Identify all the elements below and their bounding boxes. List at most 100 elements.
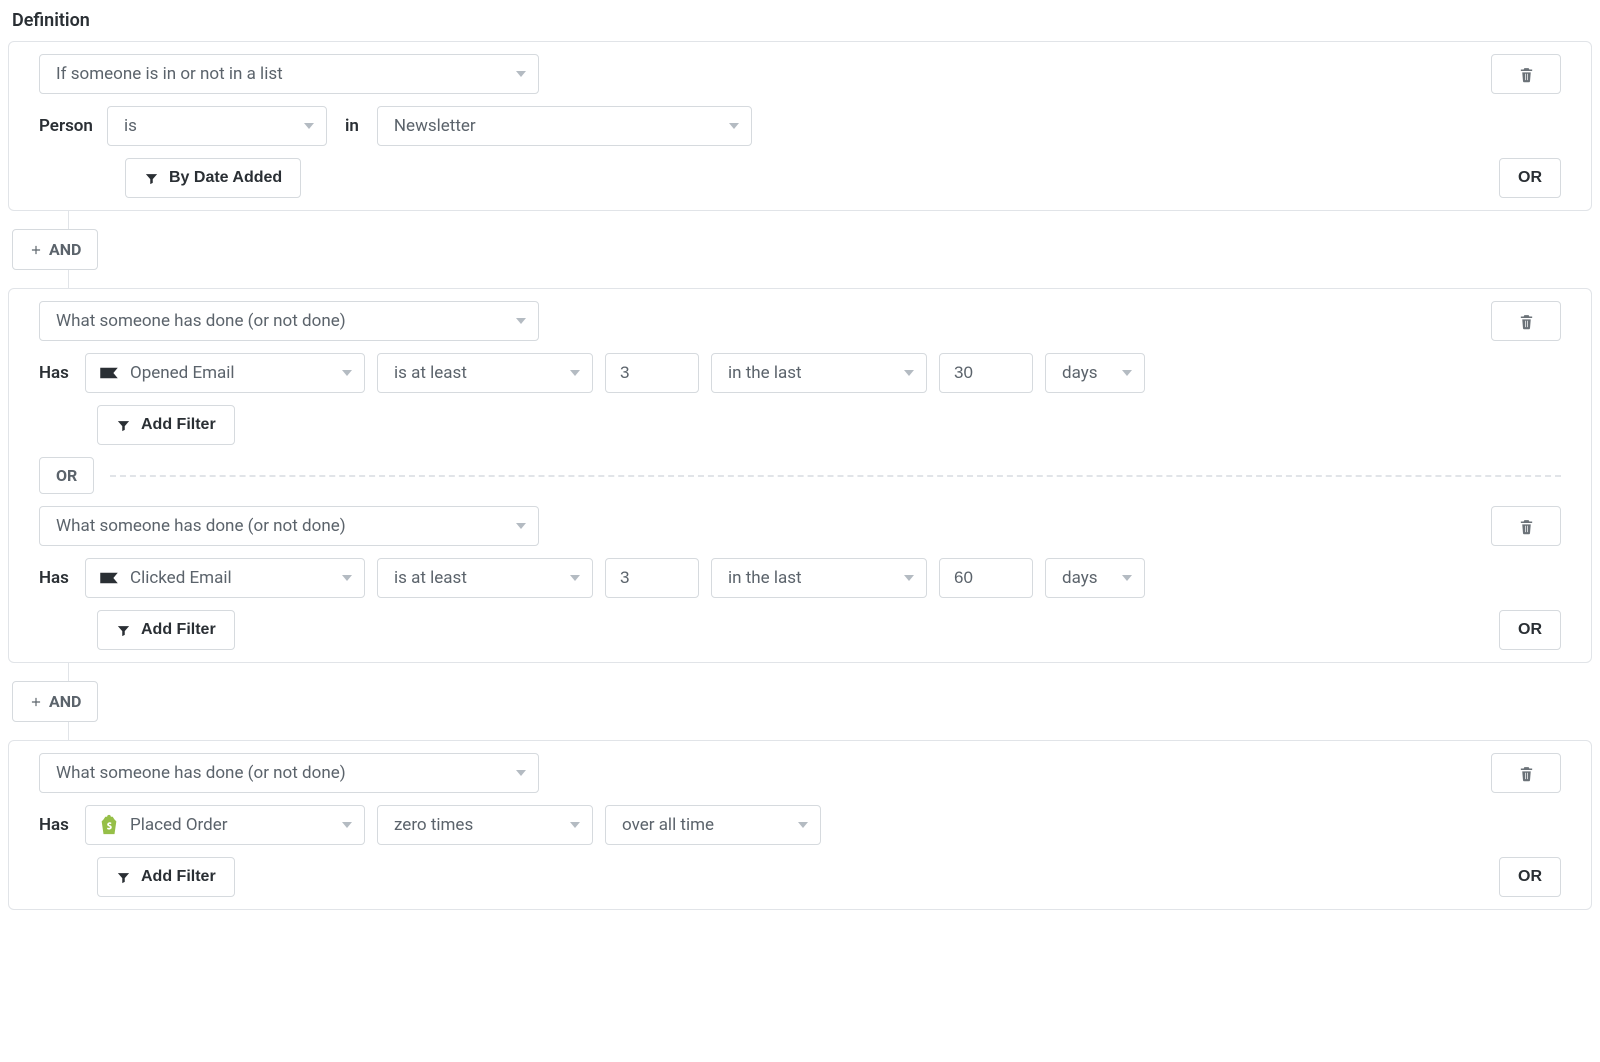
klaviyo-flag-icon bbox=[98, 364, 120, 382]
add-filter-label: Add Filter bbox=[141, 868, 216, 886]
add-filter-button[interactable]: Add Filter bbox=[97, 857, 235, 897]
comparator-value: is at least bbox=[394, 568, 467, 588]
trash-icon bbox=[1518, 66, 1535, 83]
or-button[interactable]: OR bbox=[1499, 857, 1561, 897]
timeframe-value: in the last bbox=[728, 568, 802, 588]
event-value: Placed Order bbox=[130, 815, 227, 835]
condition-type-select[interactable]: What someone has done (or not done) bbox=[39, 301, 539, 341]
chevron-down-icon bbox=[904, 370, 914, 376]
connector-line bbox=[68, 722, 69, 740]
timeframe-select[interactable]: in the last bbox=[711, 558, 927, 598]
chevron-down-icon bbox=[729, 123, 739, 129]
shopify-bag-icon bbox=[98, 816, 120, 834]
event-value: Opened Email bbox=[130, 363, 235, 383]
event-value: Clicked Email bbox=[130, 568, 232, 588]
chevron-down-icon bbox=[1122, 370, 1132, 376]
condition-type-select[interactable]: What someone has done (or not done) bbox=[39, 753, 539, 793]
membership-operator-select[interactable]: is bbox=[107, 106, 327, 146]
add-filter-button[interactable]: Add Filter bbox=[97, 405, 235, 445]
dashed-line bbox=[110, 475, 1561, 477]
condition-type-select[interactable]: What someone has done (or not done) bbox=[39, 506, 539, 546]
condition-type-select[interactable]: If someone is in or not in a list bbox=[39, 54, 539, 94]
time-unit-value: days bbox=[1062, 568, 1098, 588]
and-button[interactable]: AND bbox=[12, 681, 98, 722]
chevron-down-icon bbox=[516, 71, 526, 77]
condition-type-value: If someone is in or not in a list bbox=[56, 64, 283, 84]
or-divider: OR bbox=[9, 457, 1591, 494]
or-label: OR bbox=[1518, 868, 1542, 886]
and-label: AND bbox=[49, 240, 81, 259]
condition-group-1: If someone is in or not in a list Person… bbox=[8, 41, 1592, 211]
timeframe-select[interactable]: in the last bbox=[711, 353, 927, 393]
funnel-icon bbox=[116, 870, 131, 885]
or-button[interactable]: OR bbox=[1499, 610, 1561, 650]
timeframe-value: in the last bbox=[728, 363, 802, 383]
condition-group-3: What someone has done (or not done) Has … bbox=[8, 740, 1592, 910]
condition-group-2: What someone has done (or not done) Has … bbox=[8, 288, 1592, 663]
chevron-down-icon bbox=[516, 770, 526, 776]
time-unit-select[interactable]: days bbox=[1045, 353, 1145, 393]
time-unit-value: days bbox=[1062, 363, 1098, 383]
event-select[interactable]: Placed Order bbox=[85, 805, 365, 845]
comparator-value: is at least bbox=[394, 363, 467, 383]
has-label: Has bbox=[39, 568, 73, 588]
connector-line bbox=[68, 663, 69, 681]
by-date-added-button[interactable]: By Date Added bbox=[125, 158, 301, 198]
person-label: Person bbox=[39, 116, 95, 136]
comparator-value: zero times bbox=[394, 815, 473, 835]
delete-condition-button[interactable] bbox=[1491, 506, 1561, 546]
or-label: OR bbox=[56, 466, 77, 485]
funnel-icon bbox=[144, 171, 159, 186]
delete-condition-button[interactable] bbox=[1491, 54, 1561, 94]
funnel-icon bbox=[116, 418, 131, 433]
trash-icon bbox=[1518, 313, 1535, 330]
list-name-select[interactable]: Newsletter bbox=[377, 106, 752, 146]
chevron-down-icon bbox=[570, 822, 580, 828]
chevron-down-icon bbox=[570, 370, 580, 376]
time-value-input[interactable] bbox=[939, 353, 1033, 393]
time-value-input[interactable] bbox=[939, 558, 1033, 598]
delete-condition-button[interactable] bbox=[1491, 753, 1561, 793]
chevron-down-icon bbox=[798, 822, 808, 828]
operator-value: is bbox=[124, 116, 137, 136]
timeframe-value: over all time bbox=[622, 815, 714, 835]
event-select[interactable]: Clicked Email bbox=[85, 558, 365, 598]
funnel-icon bbox=[116, 623, 131, 638]
chevron-down-icon bbox=[342, 575, 352, 581]
count-input[interactable] bbox=[605, 353, 699, 393]
chevron-down-icon bbox=[516, 523, 526, 529]
or-badge[interactable]: OR bbox=[39, 457, 94, 494]
chevron-down-icon bbox=[570, 575, 580, 581]
time-unit-select[interactable]: days bbox=[1045, 558, 1145, 598]
comparator-select[interactable]: is at least bbox=[377, 353, 593, 393]
count-input[interactable] bbox=[605, 558, 699, 598]
comparator-select[interactable]: is at least bbox=[377, 558, 593, 598]
and-button[interactable]: AND bbox=[12, 229, 98, 270]
chevron-down-icon bbox=[342, 822, 352, 828]
chevron-down-icon bbox=[1122, 575, 1132, 581]
klaviyo-flag-icon bbox=[98, 569, 120, 587]
and-label: AND bbox=[49, 692, 81, 711]
connector-line bbox=[68, 270, 69, 288]
or-label: OR bbox=[1518, 169, 1542, 187]
has-label: Has bbox=[39, 815, 73, 835]
in-label: in bbox=[339, 116, 365, 136]
timeframe-select[interactable]: over all time bbox=[605, 805, 821, 845]
or-button[interactable]: OR bbox=[1499, 158, 1561, 198]
add-filter-button[interactable]: Add Filter bbox=[97, 610, 235, 650]
trash-icon bbox=[1518, 765, 1535, 782]
condition-type-value: What someone has done (or not done) bbox=[56, 516, 346, 536]
chevron-down-icon bbox=[516, 318, 526, 324]
by-date-added-label: By Date Added bbox=[169, 169, 282, 187]
chevron-down-icon bbox=[342, 370, 352, 376]
chevron-down-icon bbox=[904, 575, 914, 581]
chevron-down-icon bbox=[304, 123, 314, 129]
trash-icon bbox=[1518, 518, 1535, 535]
page-title: Definition bbox=[12, 10, 1592, 31]
comparator-select[interactable]: zero times bbox=[377, 805, 593, 845]
event-select[interactable]: Opened Email bbox=[85, 353, 365, 393]
condition-type-value: What someone has done (or not done) bbox=[56, 763, 346, 783]
has-label: Has bbox=[39, 363, 73, 383]
delete-condition-button[interactable] bbox=[1491, 301, 1561, 341]
list-value: Newsletter bbox=[394, 116, 476, 136]
